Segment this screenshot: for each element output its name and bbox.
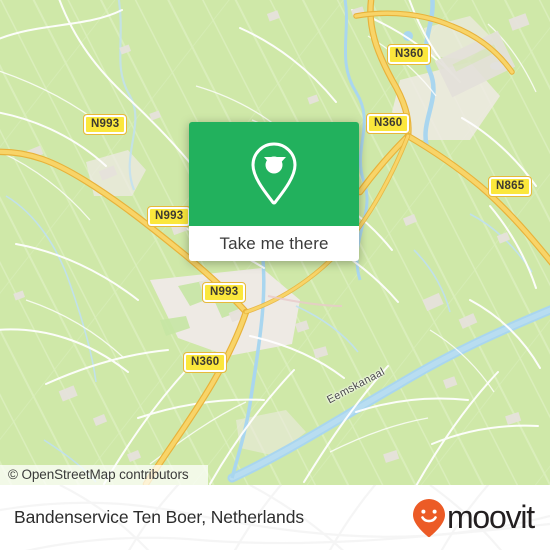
moovit-pin-smile-icon <box>412 498 445 537</box>
place-title: Bandenservice Ten Boer, Netherlands <box>14 507 304 527</box>
road-shield-n865: N865 <box>487 176 533 197</box>
road-shield-n360-2: N360 <box>386 44 432 65</box>
popup-image-area <box>189 122 359 226</box>
road-shield-n993-1: N993 <box>82 114 128 135</box>
moovit-place-card: N993 N993 N993 N360 N360 N360 N865 Eemsk… <box>0 0 550 550</box>
moovit-wordmark: moovit <box>446 499 535 535</box>
popup-pointer-tail <box>264 157 286 169</box>
road-shield-n360-1: N360 <box>182 352 228 373</box>
moovit-logo[interactable]: moovit <box>412 485 535 550</box>
road-shield-n360-3: N360 <box>365 113 411 134</box>
take-me-there-label: Take me there <box>219 233 329 253</box>
popup-action-bar[interactable]: Take me there <box>189 226 359 261</box>
footer-bar: Bandenservice Ten Boer, Netherlands moov… <box>0 485 550 550</box>
road-shield-n993-3: N993 <box>201 282 247 303</box>
road-shield-n993-2: N993 <box>146 206 192 227</box>
place-popup-card[interactable]: Take me there <box>189 122 359 261</box>
osm-attribution[interactable]: © OpenStreetMap contributors <box>0 465 208 485</box>
map-pin-icon <box>251 142 297 205</box>
